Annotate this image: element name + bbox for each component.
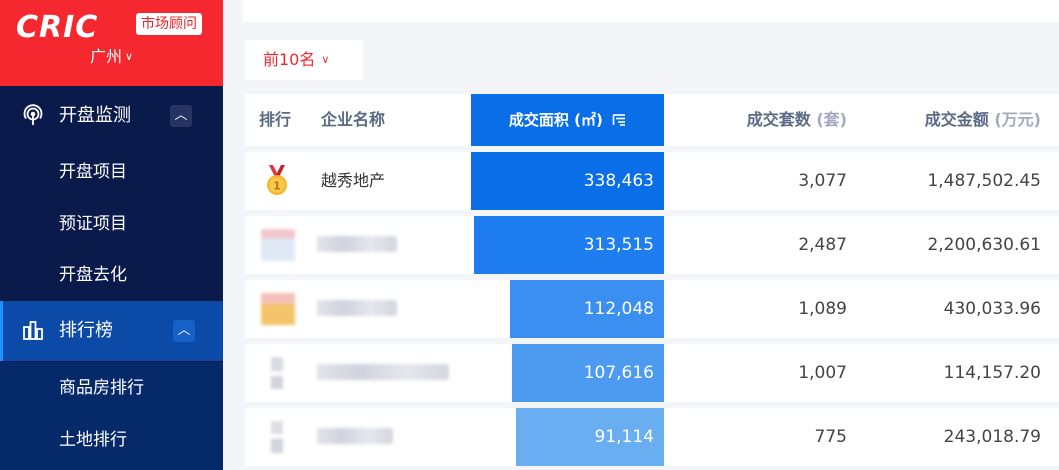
table-row[interactable]: 313,515 2,487 2,200,630.61 (245, 216, 1059, 274)
sidebar-item-opening-absorption[interactable]: 开盘去化 (0, 249, 223, 301)
area-bar: 338,463 (471, 152, 664, 210)
brand-header: CRIC 市场顾问 广州 ∨ (0, 0, 223, 86)
company-logo-blurred (271, 421, 283, 453)
header-rank: 排行 (259, 110, 292, 129)
bar-chart-icon (23, 321, 43, 340)
company-logo-blurred (271, 357, 283, 389)
sort-desc-icon (612, 114, 626, 126)
amount-value: 1,487,502.45 (927, 171, 1041, 191)
collapse-toggle[interactable]: ︿ (173, 320, 195, 342)
chevron-down-icon: ∨ (124, 50, 134, 63)
city-label: 广州 (89, 47, 122, 66)
header-units[interactable]: 成交套数 (套) (747, 94, 847, 146)
menu-group-rankings[interactable]: 排行榜 ︿ (0, 301, 223, 361)
header-area-sorted[interactable]: 成交面积 (㎡) (471, 94, 664, 146)
brand-tag: 市场顾问 (136, 13, 202, 35)
chevron-up-icon: ︿ (174, 108, 188, 123)
header-amount[interactable]: 成交金额 (万元) (925, 94, 1041, 146)
amount-value: 430,033.96 (943, 299, 1041, 319)
company-name-blurred[interactable] (317, 428, 393, 444)
city-selector[interactable]: 广州 ∨ (0, 45, 223, 71)
sidebar: CRIC 市场顾问 广州 ∨ 开盘监测 ︿ 开盘项目 预证项目 开盘去化 排行榜 … (0, 0, 223, 470)
area-bar: 313,515 (474, 216, 664, 274)
company-name-blurred[interactable] (317, 236, 397, 252)
top-n-filter[interactable]: 前10名 ∨ (245, 40, 363, 80)
sidebar-item-housing-ranking[interactable]: 商品房排行 (0, 362, 223, 414)
collapse-toggle[interactable]: ︿ (170, 105, 192, 127)
amount-value: 114,157.20 (943, 363, 1041, 383)
table-row[interactable]: 112,048 1,089 430,033.96 (245, 280, 1059, 338)
area-bar: 112,048 (510, 280, 664, 338)
company-name[interactable]: 越秀地产 (321, 152, 385, 210)
chevron-up-icon: ︿ (177, 323, 191, 338)
amount-value: 243,018.79 (943, 427, 1041, 447)
menu-group-opening-monitor[interactable]: 开盘监测 ︿ (0, 86, 223, 146)
sidebar-item-opening-projects[interactable]: 开盘项目 (0, 146, 223, 198)
units-value: 2,487 (798, 235, 847, 255)
units-value: 1,089 (798, 299, 847, 319)
table-header: 排行 企业名称 成交面积 (㎡) 成交套数 (套) 成交金额 (万元) (245, 94, 1059, 146)
company-logo-blurred (261, 229, 295, 261)
table-row[interactable]: 107,616 1,007 114,157.20 (245, 344, 1059, 402)
area-bar: 91,114 (516, 408, 664, 466)
company-logo-blurred (261, 293, 295, 325)
units-value: 775 (814, 427, 847, 447)
units-value: 3,077 (798, 171, 847, 191)
company-name-blurred[interactable] (317, 300, 397, 316)
menu-group-label: 排行榜 (59, 320, 113, 341)
company-name-blurred[interactable] (317, 364, 449, 380)
table-row[interactable]: 91,114 775 243,018.79 (245, 408, 1059, 466)
top-card (243, 0, 1059, 22)
svg-text:1: 1 (273, 180, 281, 193)
gold-medal-icon: 1 (267, 165, 287, 195)
broadcast-icon (23, 104, 43, 125)
sidebar-item-presale-projects[interactable]: 预证项目 (0, 198, 223, 250)
menu-group-label: 开盘监测 (59, 105, 131, 126)
chevron-down-icon: ∨ (321, 53, 330, 66)
sidebar-item-land-ranking[interactable]: 土地排行 (0, 414, 223, 470)
filter-label: 前10名 (263, 50, 316, 69)
table-row[interactable]: 1 越秀地产 338,463 3,077 1,487,502.45 (245, 152, 1059, 210)
cric-logo: CRIC (16, 12, 98, 40)
units-value: 1,007 (798, 363, 847, 383)
svg-text:CRIC: CRIC (16, 12, 98, 40)
header-company: 企业名称 (321, 110, 386, 129)
area-bar: 107,616 (512, 344, 664, 402)
ranking-table: 排行 企业名称 成交面积 (㎡) 成交套数 (套) 成交金额 (万元) 1 越秀… (245, 94, 1059, 466)
amount-value: 2,200,630.61 (927, 235, 1041, 255)
